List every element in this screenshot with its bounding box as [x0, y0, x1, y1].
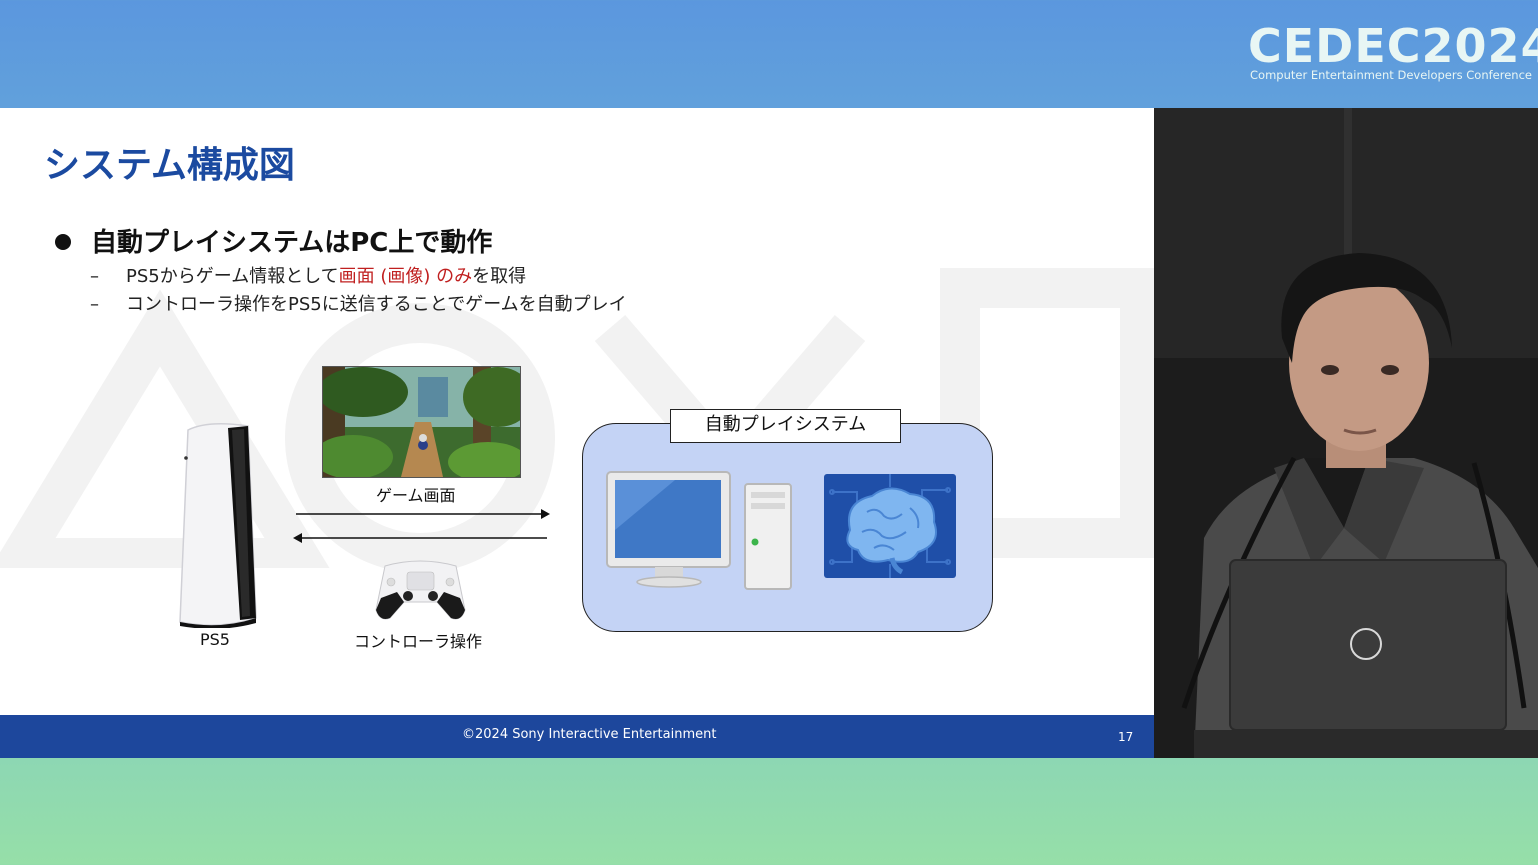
controller-label: コントローラ操作 [354, 632, 483, 651]
game-screen-label: ゲーム画面 [376, 486, 456, 505]
arrow-right-icon [296, 509, 550, 519]
presentation-slide: システム構成図 自動プレイシステムはPC上で動作 – PS5からゲーム情報として画… [0, 108, 1154, 758]
game-screenshot-image [322, 366, 521, 478]
presenter-camera-feed [1154, 108, 1538, 758]
bullet-dot-icon [55, 233, 71, 250]
dash-marker: – [90, 294, 99, 315]
controller-icon [375, 560, 466, 620]
copyright-text: ©2024 Sony Interactive Entertainment [462, 727, 717, 742]
system-box-title: 自動プレイシステム [670, 409, 901, 443]
slide-footer: ©2024 Sony Interactive Entertainment 17 [0, 715, 1154, 758]
sub-bullet-2-text: コントローラ操作をPS5に送信することでゲームを自動プレイ [126, 294, 627, 315]
cedec-logo: CEDEC2024 Computer Entertainment Develop… [1248, 20, 1538, 86]
sub-bullet-2: – コントローラ操作をPS5に送信することでゲームを自動プレイ [90, 290, 627, 316]
page-number: 17 [1118, 730, 1134, 744]
slide-title: システム構成図 [44, 145, 295, 186]
sub-bullet-1: – PS5からゲーム情報として画面 (画像) のみを取得 [90, 262, 526, 288]
pc-icon [606, 471, 792, 590]
sub-bullet-1-highlight: 画面 (画像) のみ [338, 266, 473, 287]
ps5-console-icon [179, 423, 257, 628]
dash-marker: – [90, 266, 99, 287]
main-bullet-text: 自動プレイシステムはPC上で動作 [91, 228, 493, 258]
sub-bullet-1-after: を取得 [472, 266, 527, 287]
sub-bullet-1-before: PS5からゲーム情報として [126, 266, 339, 287]
data-flow-arrows [293, 509, 550, 543]
brain-ai-icon [824, 474, 956, 578]
main-bullet: 自動プレイシステムはPC上で動作 [55, 222, 492, 259]
logo-main-text: CEDEC2024 [1248, 19, 1538, 73]
arrow-left-icon [293, 533, 547, 543]
logo-sub-text: Computer Entertainment Developers Confer… [1250, 68, 1532, 82]
laptop-icon [1229, 559, 1507, 731]
ps5-label: PS5 [200, 630, 230, 649]
